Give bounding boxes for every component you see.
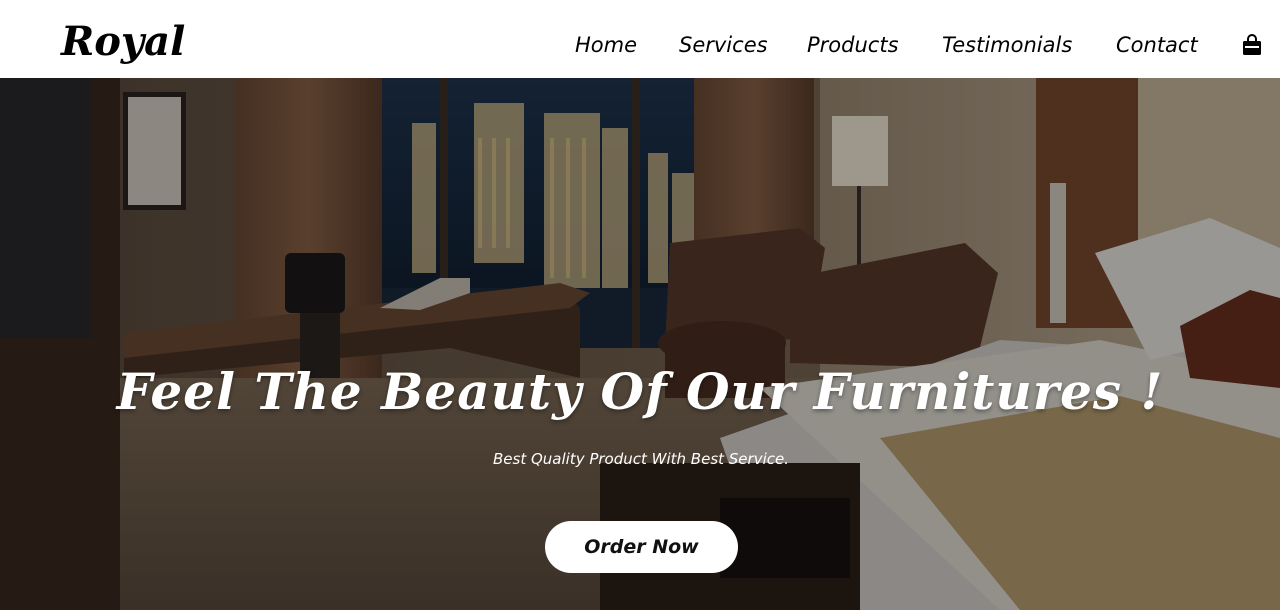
nav-link-services[interactable]: Services: [679, 31, 768, 59]
nav-link-testimonials[interactable]: Testimonials: [942, 31, 1072, 59]
hero-title: Feel The Beauty Of Our Furnitures !: [116, 362, 1164, 421]
site-header: Royal Home Services Products Testimonial…: [0, 0, 1280, 78]
nav-link-contact[interactable]: Contact: [1116, 31, 1198, 59]
hero-banner: Feel The Beauty Of Our Furnitures ! Best…: [0, 78, 1280, 610]
nav-link-home[interactable]: Home: [575, 31, 637, 59]
shopping-bag-icon[interactable]: [1241, 34, 1263, 56]
nav-link-products[interactable]: Products: [807, 31, 899, 59]
hero-subtitle: Best Quality Product With Best Service.: [492, 450, 789, 468]
brand-logo[interactable]: Royal: [61, 18, 185, 66]
order-now-button[interactable]: Order Now: [545, 521, 738, 573]
